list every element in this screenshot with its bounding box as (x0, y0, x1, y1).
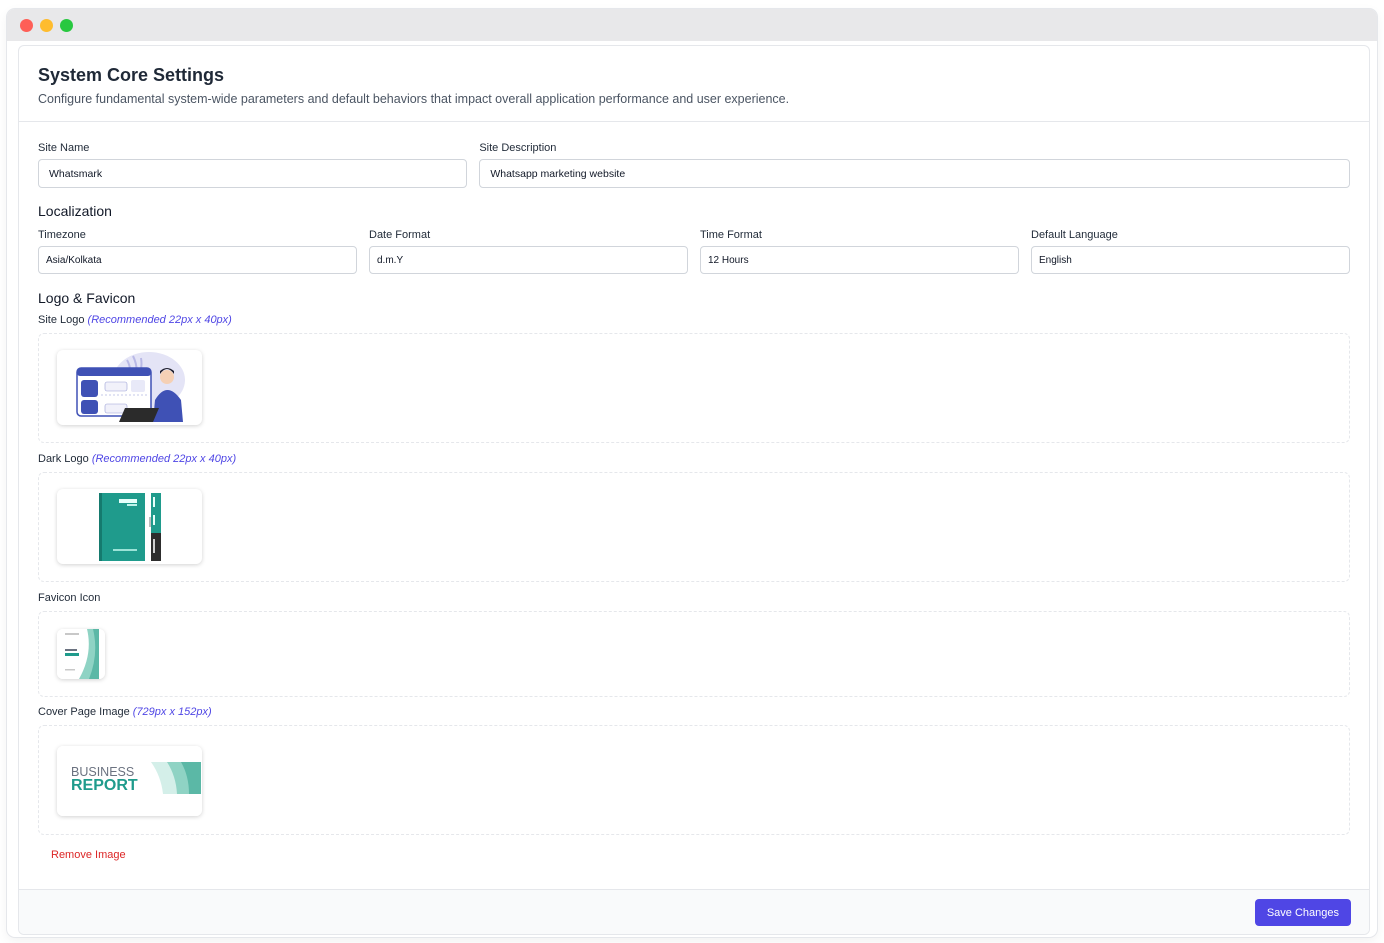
date-format-label: Date Format (369, 229, 431, 241)
close-window-dot[interactable] (20, 18, 33, 32)
localization-heading: Localization (38, 203, 112, 219)
site-logo-label: Site Logo (38, 314, 85, 326)
time-format-label: Time Format (700, 229, 762, 241)
site-logo-dropzone[interactable] (38, 333, 1350, 443)
timezone-select[interactable]: Asia/Kolkata (38, 246, 357, 274)
site-name-field: Site Name Whatsmark (38, 141, 468, 188)
favicon-preview (57, 629, 105, 679)
dark-logo-hint: (Recommended 22px x 40px) (91, 453, 237, 465)
minimize-window-dot[interactable] (40, 18, 53, 32)
cover-image-label-row: Cover Page Image (729px x 152px) (38, 705, 1350, 719)
timezone-field: Timezone Asia/Kolkata (38, 228, 357, 274)
favicon-dropzone[interactable] (38, 611, 1350, 697)
save-changes-button[interactable]: Save Changes (1254, 899, 1351, 926)
default-language-select[interactable]: English (1031, 246, 1350, 274)
date-format-select[interactable]: d.m.Y (369, 246, 688, 274)
timezone-label: Timezone (38, 229, 86, 241)
site-description-label: Site Description (479, 142, 557, 154)
dark-logo-dropzone[interactable] (38, 472, 1350, 582)
page-description: Configure fundamental system-wide parame… (38, 92, 790, 106)
default-language-field: Default Language English (1031, 228, 1350, 274)
site-name-label: Site Name (38, 142, 90, 154)
date-format-field: Date Format d.m.Y (369, 228, 688, 274)
site-logo-label-row: Site Logo (Recommended 22px x 40px) (38, 313, 1350, 327)
remove-image-link[interactable]: Remove Image (51, 849, 126, 861)
favicon-label: Favicon Icon (38, 592, 101, 604)
favicon-illustration (57, 629, 105, 679)
dark-logo-illustration (99, 493, 161, 561)
browser-window: System Core Settings Configure fundament… (7, 9, 1377, 937)
logo-favicon-heading: Logo & Favicon (38, 290, 136, 306)
card-header: System Core Settings Configure fundament… (19, 46, 1369, 122)
dark-logo-label: Dark Logo (38, 453, 89, 465)
window-titlebar (7, 9, 1377, 41)
cover-image-dropzone[interactable]: BUSINESS REPORT (38, 725, 1350, 835)
time-format-select[interactable]: 12 Hours (700, 246, 1019, 274)
cover-report-text: REPORT (71, 777, 138, 794)
settings-form: Site Name Whatsmark Site Description Wha… (19, 141, 1369, 863)
site-logo-hint: (Recommended 22px x 40px) (87, 314, 232, 326)
cover-image-hint: (729px x 152px) (132, 706, 212, 718)
site-description-field: Site Description Whatsapp marketing webs… (479, 141, 1350, 188)
time-format-field: Time Format 12 Hours (700, 228, 1019, 274)
site-name-input[interactable]: Whatsmark (38, 159, 468, 188)
cover-image-preview: BUSINESS REPORT (57, 746, 202, 816)
dark-logo-label-row: Dark Logo (Recommended 22px x 40px) (38, 452, 1350, 466)
page-title: System Core Settings (38, 65, 225, 85)
settings-card: System Core Settings Configure fundament… (18, 45, 1370, 935)
cover-image-label: Cover Page Image (38, 706, 130, 718)
card-footer: Save Changes (19, 889, 1369, 934)
site-logo-preview (57, 350, 202, 425)
site-logo-illustration (76, 352, 185, 422)
maximize-window-dot[interactable] (60, 18, 73, 32)
dark-logo-preview (57, 489, 202, 564)
cover-image-illustration: BUSINESS REPORT (57, 746, 202, 816)
default-language-label: Default Language (1031, 229, 1118, 241)
site-description-input[interactable]: Whatsapp marketing website (479, 159, 1350, 188)
